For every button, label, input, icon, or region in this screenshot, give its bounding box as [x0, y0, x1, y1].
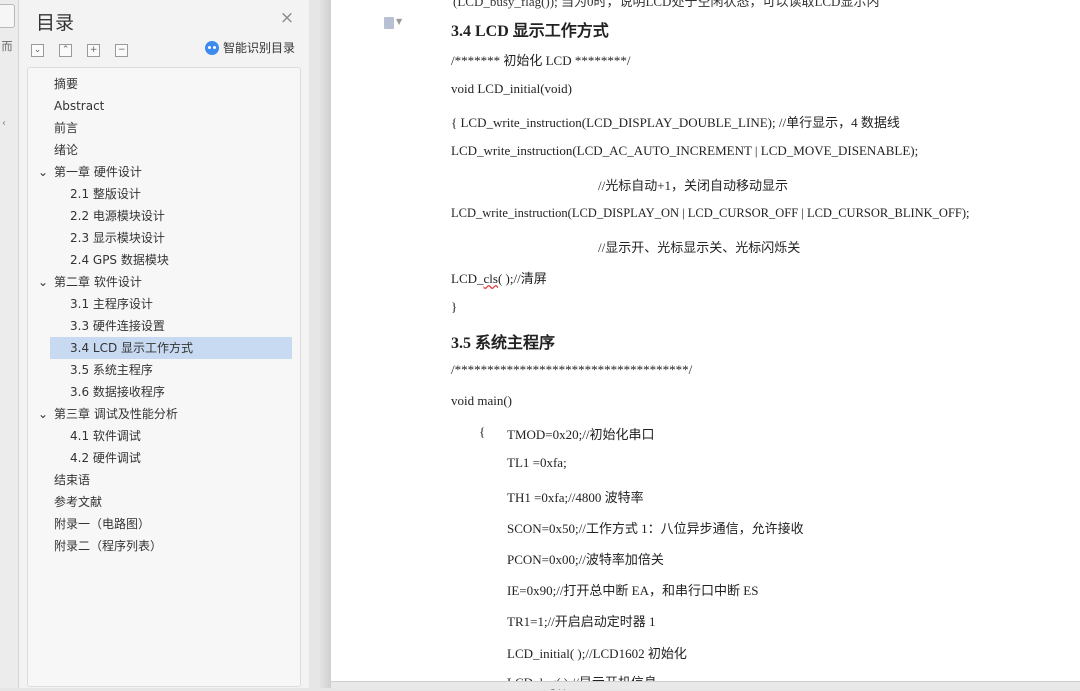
- section-heading: 3.5 系统主程序: [451, 335, 556, 352]
- code-line: SCON=0x50;//工作方式 1：八位异步通信，允许接收: [507, 521, 804, 536]
- close-icon[interactable]: ×: [279, 10, 295, 27]
- collapse-all-button[interactable]: ⌄: [31, 44, 44, 57]
- code-line: PCON=0x00;//波特率加倍关: [507, 552, 664, 567]
- toc-item[interactable]: 2.3 显示模块设计: [70, 227, 165, 249]
- toc-item-active[interactable]: 3.4 LCD 显示工作方式: [50, 337, 292, 359]
- code-line: //光标自动+1，关闭自动移动显示: [598, 178, 789, 193]
- toc-item[interactable]: 附录二（程序列表）: [54, 535, 162, 557]
- toc-item[interactable]: 2.1 整版设计: [70, 183, 141, 205]
- rail-item[interactable]: 而: [0, 36, 14, 58]
- toc-list: 摘要 Abstract 前言 绪论 ⌄ 第一章 硬件设计 2.1 整版设计 2.…: [27, 67, 301, 687]
- code-line: //显示开、光标显示关、光标闪烁关: [598, 240, 801, 255]
- toc-item[interactable]: 3.6 数据接收程序: [70, 381, 165, 403]
- toc-item[interactable]: 第三章 调试及性能分析: [54, 403, 178, 425]
- toc-item[interactable]: 附录一（电路图）: [54, 513, 150, 535]
- caret-down-icon: ▼: [396, 17, 403, 26]
- toc-item[interactable]: 摘要: [54, 73, 78, 95]
- toc-item[interactable]: 4.1 软件调试: [70, 425, 141, 447]
- collapse-arrow-icon[interactable]: ‹: [2, 118, 12, 129]
- code-line: void LCD_initial(void): [451, 81, 572, 96]
- toc-item[interactable]: 3.1 主程序设计: [70, 293, 153, 315]
- toc-item[interactable]: 第二章 软件设计: [54, 271, 142, 293]
- chevron-down-icon[interactable]: ⌄: [38, 403, 48, 425]
- smart-toc-button[interactable]: 智能识别目录: [205, 40, 295, 56]
- code-line: {: [479, 424, 486, 439]
- left-rail: 而 ‹: [0, 0, 19, 688]
- code-line: TR1=1;//开启启动定时器 1: [507, 614, 656, 629]
- document-page[interactable]: ▼ (LCD_busy_flag()); 当为0时，说明LCD处于空闲状态，可以…: [331, 0, 1080, 690]
- code-fragment: LCD_: [451, 271, 484, 286]
- page-gutter: [320, 0, 331, 688]
- text-line: (LCD_busy_flag()); 当为0时，说明LCD处于空闲状态，可以读取…: [453, 0, 880, 9]
- toc-item[interactable]: 3.3 硬件连接设置: [70, 315, 165, 337]
- chevron-down-icon[interactable]: ⌄: [38, 271, 48, 293]
- code-line: /******* 初始化 LCD ********/: [451, 53, 631, 68]
- toc-item[interactable]: 3.5 系统主程序: [70, 359, 153, 381]
- code-line: LCD_cls( );//清屏: [451, 268, 547, 287]
- code-line: TL1 =0xfa;: [507, 455, 567, 470]
- toc-item[interactable]: 结束语: [54, 469, 90, 491]
- code-fragment: ( );//清屏: [497, 271, 547, 286]
- paragraph-menu[interactable]: ▼: [384, 17, 406, 31]
- toc-item[interactable]: 4.2 硬件调试: [70, 447, 141, 469]
- code-line: IE=0x90;//打开总中断 EA，和串行口中断 ES: [507, 583, 759, 598]
- document-icon: [384, 17, 394, 29]
- code-line: LCD_write_instruction(LCD_AC_AUTO_INCREM…: [451, 143, 919, 158]
- toc-item[interactable]: 第一章 硬件设计: [54, 161, 142, 183]
- code-line: LCD_initial( );//LCD1602 初始化: [507, 646, 687, 661]
- toc-title: 目录: [36, 12, 75, 34]
- remove-heading-button[interactable]: −: [115, 44, 129, 57]
- toc-panel: 目录 × ⌄ ⌃ + − 智能识别目录 摘要 Abstract 前言 绪论 ⌄ …: [19, 0, 309, 688]
- toc-item[interactable]: 参考文献: [54, 491, 102, 513]
- toc-item[interactable]: 前言: [54, 117, 78, 139]
- code-line: /************************************/: [451, 362, 693, 377]
- expand-all-button[interactable]: ⌃: [59, 44, 73, 57]
- add-heading-button[interactable]: +: [87, 44, 101, 57]
- toc-item[interactable]: 2.4 GPS 数据模块: [70, 249, 169, 271]
- toc-item[interactable]: 绪论: [54, 139, 78, 161]
- section-heading: 3.4 LCD 显示工作方式: [451, 23, 609, 40]
- code-line: TMOD=0x20;//初始化串口: [507, 427, 655, 442]
- code-line: { LCD_write_instruction(LCD_DISPLAY_DOUB…: [451, 115, 900, 130]
- toc-item[interactable]: 2.2 电源模块设计: [70, 205, 165, 227]
- toc-item[interactable]: Abstract: [54, 95, 104, 117]
- chevron-down-icon[interactable]: ⌄: [38, 161, 48, 183]
- smart-toc-label: 智能识别目录: [223, 41, 296, 55]
- code-line: LCD_write_instruction(LCD_DISPLAY_ON | L…: [451, 206, 970, 220]
- code-line: void main(): [451, 393, 513, 408]
- code-line: TH1 =0xfa;//4800 波特率: [507, 490, 644, 505]
- rail-toc-toggle-button[interactable]: [0, 4, 15, 28]
- code-line: }: [451, 299, 458, 314]
- spellcheck-word[interactable]: cls: [484, 271, 498, 286]
- ai-robot-icon: [205, 41, 219, 55]
- toc-toolbar: ⌄ ⌃ + −: [31, 40, 138, 57]
